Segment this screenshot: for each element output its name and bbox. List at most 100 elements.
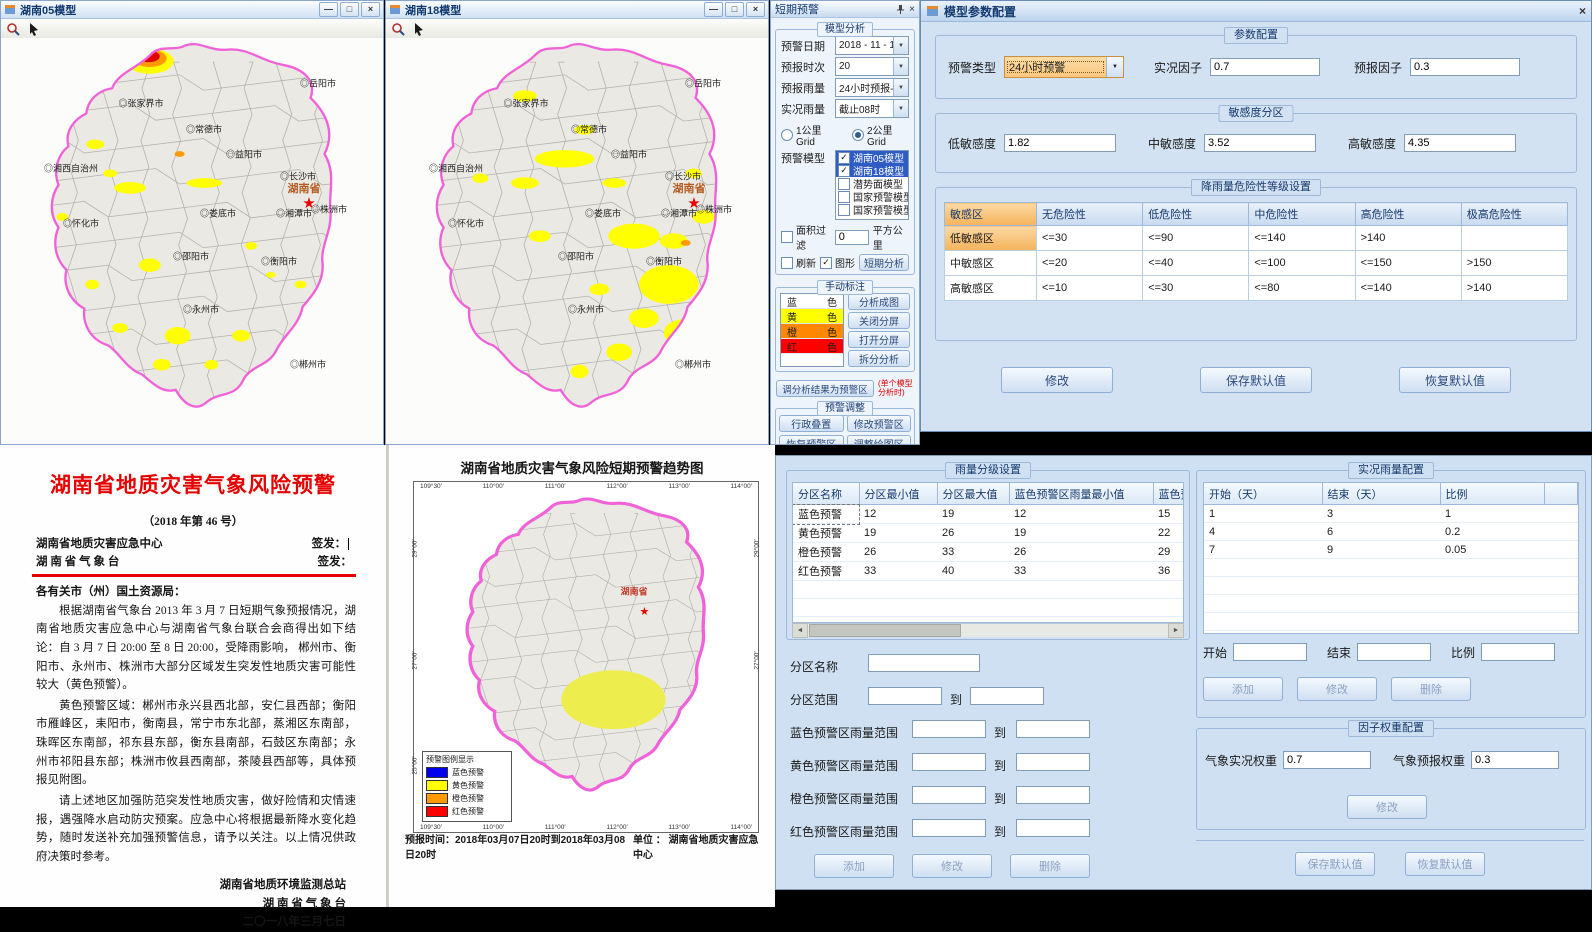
chevron-down-icon[interactable]: ▼ — [893, 79, 908, 96]
table-row[interactable]: 高敏感区<=10<=30<=80<=140>140 — [945, 276, 1568, 301]
trend-map-page[interactable]: 湖南省地质灾害气象风险短期预警趋势图 109°30′110°00′111°00′… — [386, 445, 775, 907]
horizontal-scrollbar[interactable]: ◄ ► — [792, 623, 1184, 637]
yellow-range-min-input[interactable] — [912, 753, 986, 771]
color-row[interactable]: 蓝色 — [781, 294, 843, 309]
minimize-button[interactable]: — — [319, 2, 338, 17]
radio-1km-grid[interactable]: 1公里Grid — [781, 122, 838, 148]
checkbox-icon[interactable]: ✓ — [838, 152, 850, 164]
radio-icon[interactable] — [781, 129, 793, 141]
warn-type-combo[interactable]: 24小时预警 ▼ — [1004, 56, 1124, 78]
color-row[interactable]: 黄色 — [781, 309, 843, 324]
table-row[interactable]: 131 — [1204, 505, 1578, 523]
field-combo[interactable]: 2018 - 11 - 15▼ — [835, 36, 909, 55]
factor-forecast-input[interactable] — [1471, 751, 1559, 769]
color-row[interactable]: 橙色 — [781, 324, 843, 339]
factor-live-input[interactable] — [1283, 751, 1371, 769]
adjust-button[interactable]: 恢复预警区 — [779, 435, 844, 445]
color-list[interactable]: 蓝色黄色橙色红色 — [780, 293, 844, 367]
model-list-item[interactable]: 国家预警模型1 — [836, 203, 908, 216]
field-combo[interactable]: 20▼ — [835, 57, 909, 76]
close-icon[interactable]: × — [1579, 4, 1586, 18]
live-form-button[interactable]: 修改 — [1297, 677, 1377, 701]
area-filter-input[interactable] — [835, 230, 869, 245]
close-button[interactable]: × — [746, 2, 765, 17]
chevron-down-icon[interactable]: ▼ — [893, 100, 908, 117]
live-form-button[interactable]: 删除 — [1391, 677, 1471, 701]
use-result-as-warning-button[interactable]: 调分析结果为预警区 — [776, 380, 874, 397]
chevron-down-icon[interactable]: ▼ — [893, 37, 908, 54]
cursor-icon[interactable] — [413, 22, 425, 36]
red-range-min-input[interactable] — [912, 819, 986, 837]
forecast-factor-input[interactable] — [1410, 58, 1520, 76]
checkbox-icon[interactable] — [838, 178, 850, 190]
rain-form-button[interactable]: 删除 — [1010, 854, 1090, 878]
low-sens-input[interactable] — [1004, 134, 1116, 152]
table-row[interactable]: 中敏感区<=20<=40<=100<=150>150 — [945, 251, 1568, 276]
yellow-range-max-input[interactable] — [1016, 753, 1090, 771]
chevron-down-icon[interactable]: ▼ — [1106, 57, 1123, 77]
scroll-right-icon[interactable]: ► — [1168, 623, 1184, 638]
dialog-button[interactable]: 修改 — [1001, 367, 1113, 393]
refresh-checkbox[interactable]: 刷新 — [781, 255, 816, 270]
rain-risk-table[interactable]: 敏感区无危险性低危险性中危险性高危险性极高危险性低敏感区<=30<=90<=14… — [944, 202, 1568, 301]
checkbox-icon[interactable] — [838, 204, 850, 216]
live-factor-input[interactable] — [1210, 58, 1320, 76]
cursor-icon[interactable] — [28, 22, 40, 36]
manual-button[interactable]: 分析成图 — [848, 293, 910, 310]
zone-range-min-input[interactable] — [868, 687, 942, 705]
pin-icon[interactable] — [896, 4, 905, 14]
table-row[interactable]: 低敏感区<=30<=90<=140>140 — [945, 226, 1568, 251]
warning-document[interactable]: 湖南省地质灾害气象风险预警 （2018 年第 46 号） 湖南省地质灾害应急中心… — [0, 445, 386, 907]
start-input[interactable] — [1233, 643, 1307, 661]
window-titlebar[interactable]: 湖南18模型 — □ × — [386, 1, 768, 19]
live-form-button[interactable]: 添加 — [1203, 677, 1283, 701]
field-combo[interactable]: 24小时预报-晚班▼ — [835, 78, 909, 97]
table-row[interactable]: 红色预警33403336 — [793, 562, 1184, 581]
table-row[interactable]: 460.2 — [1204, 523, 1578, 541]
restore-button[interactable]: □ — [340, 2, 359, 17]
adjust-button[interactable]: 修改预警区 — [847, 415, 912, 432]
default-value-button[interactable]: 保存默认值 — [1295, 852, 1375, 876]
table-row[interactable]: 蓝色预警12191215 — [793, 505, 1184, 524]
rain-grading-table[interactable]: 分区名称分区最小值分区最大值蓝色预警区雨量最小值蓝色预蓝色预警12191215黄… — [793, 483, 1184, 623]
table-row[interactable]: 橙色预警26332629 — [793, 543, 1184, 562]
rain-form-button[interactable]: 修改 — [912, 854, 992, 878]
checkbox-icon[interactable]: ✓ — [838, 165, 850, 177]
zoom-icon[interactable] — [6, 22, 20, 36]
default-value-button[interactable]: 恢复默认值 — [1405, 852, 1485, 876]
color-row[interactable]: 红色 — [781, 339, 843, 354]
red-range-max-input[interactable] — [1016, 819, 1090, 837]
checkbox-icon[interactable] — [781, 257, 793, 269]
checkbox-icon[interactable] — [838, 191, 850, 203]
manual-button[interactable]: 拆分分析 — [848, 350, 910, 367]
map-canvas[interactable]: ◎岳阳市◎张家界市◎常德市◎益阳市◎湘西自治州◎长沙市◎湘潭市◎株洲市◎娄底市◎… — [1, 38, 383, 444]
restore-button[interactable]: □ — [725, 2, 744, 17]
adjust-button[interactable]: 行政叠置 — [779, 415, 844, 432]
manual-button[interactable]: 打开分屏 — [848, 331, 910, 348]
field-combo[interactable]: 截止08时▼ — [835, 99, 909, 118]
map-canvas[interactable]: ◎岳阳市◎张家界市◎常德市◎益阳市◎湘西自治州◎长沙市◎湘潭市◎株洲市◎娄底市◎… — [386, 38, 768, 444]
adjust-button[interactable]: 调整绘图区 — [847, 435, 912, 445]
radio-icon[interactable] — [852, 129, 864, 141]
dialog-titlebar[interactable]: 模型参数配置 × — [921, 1, 1591, 22]
orange-range-min-input[interactable] — [912, 786, 986, 804]
minimize-button[interactable]: — — [704, 2, 723, 17]
zone-name-input[interactable] — [868, 654, 980, 672]
checkbox-icon[interactable] — [781, 231, 793, 243]
scroll-left-icon[interactable]: ◄ — [792, 623, 808, 638]
panel-header[interactable]: 短期预警 × — [771, 1, 919, 18]
radio-2km-grid[interactable]: 2公里Grid — [852, 122, 909, 148]
graphic-checkbox[interactable]: ✓图形 — [820, 255, 855, 270]
blue-range-min-input[interactable] — [912, 720, 986, 738]
chevron-down-icon[interactable]: ▼ — [893, 58, 908, 75]
high-sens-input[interactable] — [1404, 134, 1516, 152]
area-filter-checkbox[interactable]: 面积过滤 — [781, 222, 831, 252]
manual-button[interactable]: 关闭分屏 — [848, 312, 910, 329]
window-titlebar[interactable]: 湖南05模型 — □ × — [1, 1, 383, 19]
table-row[interactable]: 790.05 — [1204, 541, 1578, 559]
table-row[interactable]: 黄色预警19261922 — [793, 524, 1184, 543]
close-button[interactable]: × — [361, 2, 380, 17]
scrollbar-thumb[interactable] — [809, 624, 961, 637]
close-icon[interactable]: × — [909, 4, 915, 15]
ratio-input[interactable] — [1481, 643, 1555, 661]
